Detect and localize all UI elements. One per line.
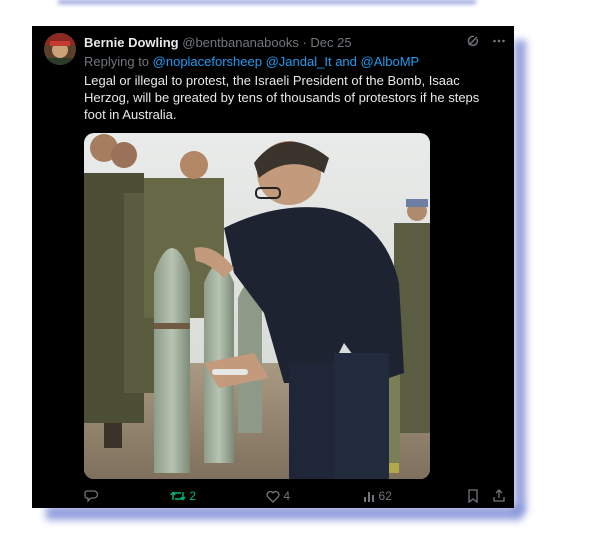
- retweet-icon: [170, 489, 186, 503]
- reply-and: and: [331, 54, 361, 69]
- tweet-header: Bernie Dowling @bentbananabooks · Dec 25: [84, 34, 464, 51]
- retweet-action[interactable]: 2: [170, 489, 266, 503]
- like-icon: [266, 490, 280, 503]
- tweet-top-icons: [466, 34, 506, 51]
- views-icon: [363, 490, 376, 503]
- reply-handle-3[interactable]: @AlboMP: [361, 54, 420, 69]
- photo-illustration: [84, 133, 430, 479]
- author-handle[interactable]: @bentbananabooks: [182, 35, 299, 50]
- action-bar: 2 4 62: [84, 488, 506, 504]
- header-separator: ·: [302, 35, 307, 50]
- frame-shadow-top: [58, 0, 476, 4]
- frame-shadow-right: [514, 40, 526, 514]
- tweet-card: Bernie Dowling @bentbananabooks · Dec 25…: [32, 26, 514, 508]
- share-icon: [492, 489, 506, 503]
- reply-handle-2[interactable]: @Jandal_It: [266, 54, 332, 69]
- reply-handle-1[interactable]: @noplaceforsheep: [153, 54, 262, 69]
- bookmark-action[interactable]: [467, 489, 493, 503]
- author-name[interactable]: Bernie Dowling: [84, 35, 179, 50]
- views-action[interactable]: 62: [363, 489, 467, 503]
- avatar[interactable]: [44, 33, 76, 65]
- frame-shadow-bottom: [46, 506, 522, 520]
- replying-prefix: Replying to: [84, 54, 153, 69]
- tweet-text: Legal or illegal to protest, the Israeli…: [84, 73, 480, 122]
- bookmark-icon: [467, 489, 479, 503]
- reply-icon: [84, 489, 98, 503]
- reply-action[interactable]: [84, 489, 170, 503]
- replying-to: Replying to @noplaceforsheep @Jandal_It …: [84, 53, 419, 70]
- like-action[interactable]: 4: [266, 489, 362, 503]
- like-count: 4: [283, 489, 291, 503]
- tweet-photo[interactable]: [84, 133, 430, 479]
- more-icon[interactable]: [492, 34, 506, 51]
- share-action[interactable]: [492, 489, 506, 503]
- grok-icon[interactable]: [466, 34, 480, 51]
- tweet-date[interactable]: Dec 25: [310, 35, 351, 50]
- retweet-count: 2: [189, 489, 196, 503]
- views-count: 62: [378, 489, 392, 503]
